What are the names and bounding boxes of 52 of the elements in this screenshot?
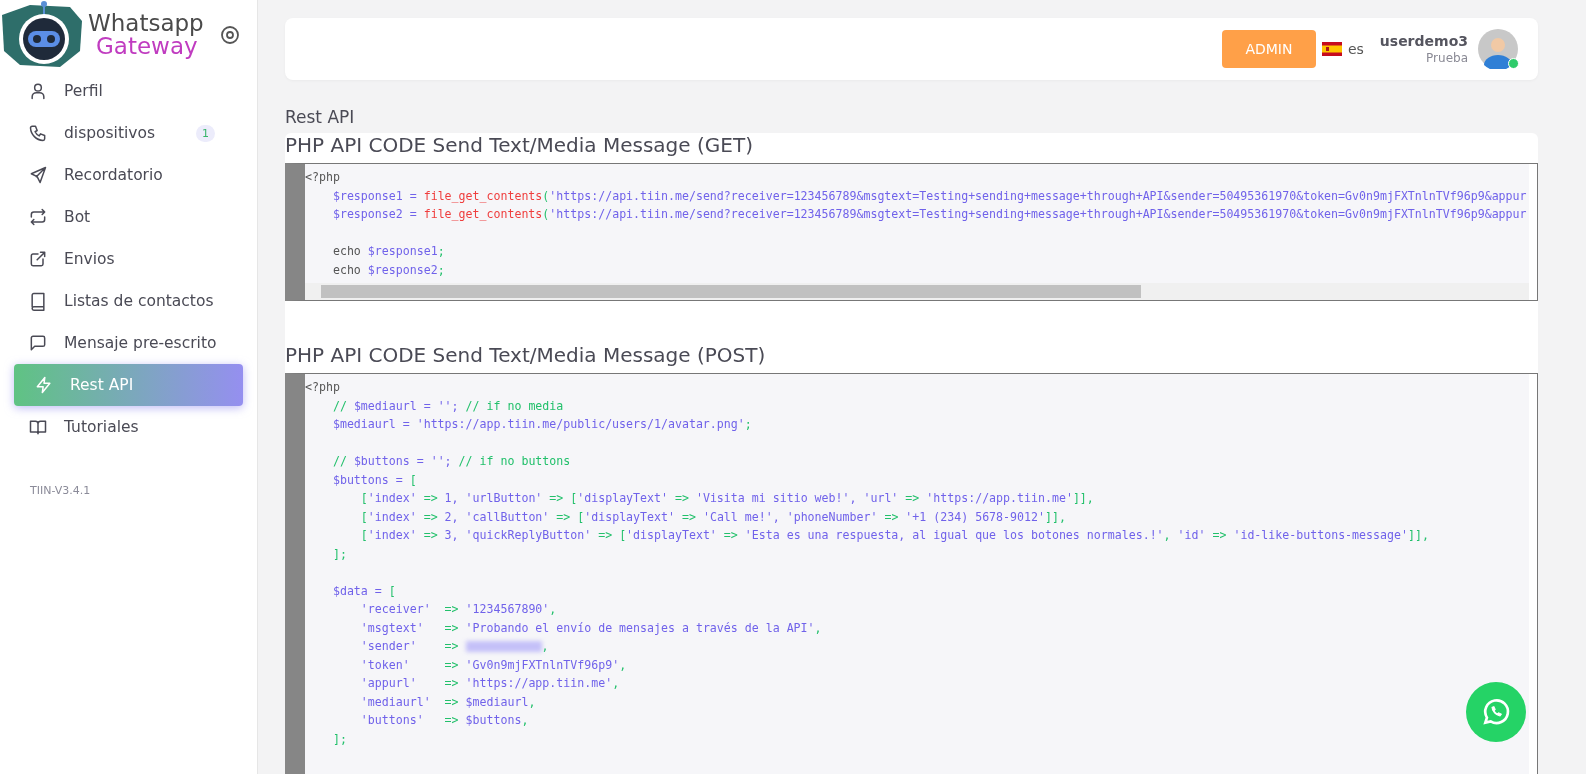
page-title: Rest API xyxy=(285,107,356,127)
sidebar-item[interactable]: Bot xyxy=(14,196,243,238)
code-line: <?php xyxy=(305,379,340,396)
user-role: Prueba xyxy=(1426,51,1468,65)
sidebar-item[interactable]: Listas de contactos xyxy=(14,280,243,322)
sidebar-item[interactable]: Envios xyxy=(14,238,243,280)
target-icon[interactable] xyxy=(219,25,240,45)
code-line: echo $response2; xyxy=(331,261,445,279)
code-line: 'mediaurl' => $mediaurl, xyxy=(359,693,536,711)
code-line: $response1 = file_get_contents('https://api.tiin.me/send?receiver=123456789&msgtext=Testing+sending+message+through+API&sender=50495361970&token=Gv0n9mjFXTnlnTVf96p9&appur xyxy=(331,187,1527,205)
code-line: $buttons = [ xyxy=(331,471,417,489)
code-line: ['index' => 1, 'urlButton' => ['displayText' => 'Visita mi sitio web!', 'url' => 'https://app.tiin.me']], xyxy=(359,490,1094,507)
avatar-icon[interactable] xyxy=(1478,29,1518,69)
code-line: 'buttons' => $buttons, xyxy=(359,712,529,729)
code-line: $data = [ xyxy=(331,582,396,600)
code-line: <?php xyxy=(305,169,340,186)
sidebar-item[interactable]: Tutoriales xyxy=(14,406,243,448)
code-line: 'receiver' => '1234567890', xyxy=(359,601,557,618)
code-line: // $mediaurl = ''; // if no media xyxy=(331,397,564,415)
sidebar-item[interactable]: dispositivos 1 xyxy=(14,112,243,154)
open-book-icon xyxy=(28,417,48,437)
code-line: ]; xyxy=(331,730,347,748)
phone-icon xyxy=(28,123,48,143)
code-line: ]; xyxy=(331,545,347,563)
code-line: 'sender' => , xyxy=(359,638,549,655)
version-label: TIIN-V3.4.1 xyxy=(29,483,92,499)
count-badge: 1 xyxy=(196,124,215,142)
sidebar-item[interactable]: Perfil xyxy=(14,70,243,112)
horizontal-scrollbar[interactable] xyxy=(305,283,1529,300)
send-icon xyxy=(28,165,48,185)
bolt-icon xyxy=(34,375,54,395)
code-line: $mediaurl = 'https://app.tiin.me/public/users/1/avatar.png'; xyxy=(331,416,752,433)
user-icon xyxy=(28,81,48,101)
external-icon xyxy=(28,249,48,269)
repeat-icon xyxy=(28,207,48,227)
book-icon xyxy=(28,291,48,311)
code-line: 'appurl' => 'https://app.tiin.me', xyxy=(359,675,620,692)
section-title: PHP API CODE Send Text/Media Message (POST) xyxy=(285,343,767,369)
code-line: ['index' => 3, 'quickReplyButton' => ['displayText' => 'Esta es una respuesta, al igual que los botones normales.!', 'id' => 'id-like-buttons-message']], xyxy=(359,527,1429,544)
code-line: 'msgtext' => 'Probando el envío de mensajes a través de la API', xyxy=(359,619,822,637)
chat-icon xyxy=(28,333,48,353)
code-line: 'token' => 'Gv0n9mjFXTnlnTVf96p9', xyxy=(359,656,627,674)
language-label[interactable]: es xyxy=(1347,41,1364,57)
code-line: $response2 = file_get_contents('https://api.tiin.me/send?receiver=123456789&msgtext=Testing+sending+message+through+API&sender=50495361970&token=Gv0n9mjFXTnlnTVf96p9&appur xyxy=(331,206,1527,223)
user-name: userdemo3 xyxy=(1379,33,1468,49)
spain-flag-icon[interactable] xyxy=(1321,42,1342,56)
code-line: ['index' => 2, 'callButton' => ['displayText' => 'Call me!', 'phoneNumber' => '+1 (234) 5678-9012']], xyxy=(359,508,1066,526)
section-title: PHP API CODE Send Text/Media Message (GET) xyxy=(285,133,754,159)
code-line: // $buttons = ''; // if no buttons xyxy=(331,453,571,470)
code-line: echo $response1; xyxy=(331,243,445,260)
sidebar-item[interactable]: Recordatorio xyxy=(14,154,243,196)
sidebar-item[interactable]: Mensaje pre-escrito xyxy=(14,322,243,364)
